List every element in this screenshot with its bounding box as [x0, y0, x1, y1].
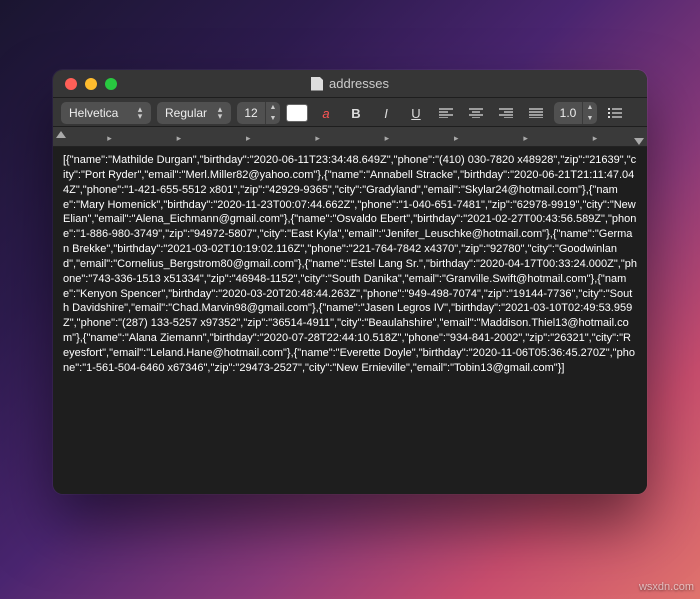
font-size-stepper[interactable]: 12 ▲ ▼: [237, 102, 280, 124]
font-style-value: Regular: [165, 106, 207, 120]
maximize-button[interactable]: [105, 78, 117, 90]
tab-stop-icon[interactable]: ▸: [523, 133, 528, 144]
app-window: addresses Helvetica ▴▾ Regular ▴▾ 12 ▲ ▼…: [53, 70, 647, 494]
watermark: wsxdn.com: [639, 581, 694, 593]
tab-stop-icon[interactable]: ▸: [454, 133, 459, 144]
line-spacing-value: 1.0: [554, 106, 582, 120]
right-indent-marker[interactable]: [634, 138, 644, 145]
minimize-button[interactable]: [85, 78, 97, 90]
align-right-button[interactable]: [494, 102, 518, 124]
line-spacing-stepper[interactable]: 1.0 ▲ ▼: [554, 102, 597, 124]
stepper-up-icon[interactable]: ▲: [266, 102, 280, 113]
underline-button[interactable]: U: [404, 102, 428, 124]
stepper-down-icon[interactable]: ▼: [266, 113, 280, 124]
document-body[interactable]: [{"name":"Mathilde Durgan","birthday":"2…: [53, 147, 647, 494]
align-left-button[interactable]: [434, 102, 458, 124]
align-center-button[interactable]: [464, 102, 488, 124]
ruler[interactable]: ▸ ▸ ▸ ▸ ▸ ▸ ▸ ▸: [53, 127, 647, 147]
text-color-swatch[interactable]: [286, 104, 308, 122]
font-family-select[interactable]: Helvetica ▴▾: [61, 102, 151, 124]
ruler-scale: ▸ ▸ ▸ ▸ ▸ ▸ ▸ ▸: [61, 129, 639, 146]
chevron-updown-icon: ▴▾: [215, 106, 225, 120]
window-title: addresses: [329, 76, 389, 91]
left-indent-marker[interactable]: [56, 131, 66, 138]
tab-stop-icon[interactable]: ▸: [593, 133, 598, 144]
close-button[interactable]: [65, 78, 77, 90]
list-style-button[interactable]: [603, 102, 627, 124]
traffic-lights: [53, 78, 117, 90]
font-size-value: 12: [237, 106, 265, 120]
format-toolbar: Helvetica ▴▾ Regular ▴▾ 12 ▲ ▼ a B I U: [53, 98, 647, 127]
tab-stop-icon[interactable]: ▸: [385, 133, 390, 144]
tab-stop-icon[interactable]: ▸: [107, 133, 112, 144]
italic-button[interactable]: I: [374, 102, 398, 124]
stepper-down-icon[interactable]: ▼: [583, 113, 597, 124]
chevron-updown-icon: ▴▾: [135, 106, 145, 120]
font-family-value: Helvetica: [69, 106, 118, 120]
tab-stop-icon[interactable]: ▸: [177, 133, 182, 144]
tab-stop-icon[interactable]: ▸: [315, 133, 320, 144]
window-title-wrap: addresses: [53, 76, 647, 91]
document-icon: [311, 77, 323, 91]
bold-button[interactable]: B: [344, 102, 368, 124]
font-style-select[interactable]: Regular ▴▾: [157, 102, 231, 124]
document-text: [{"name":"Mathilde Durgan","birthday":"2…: [63, 154, 637, 374]
align-justify-button[interactable]: [524, 102, 548, 124]
highlight-color-button[interactable]: a: [314, 102, 338, 124]
titlebar: addresses: [53, 70, 647, 98]
stepper-up-icon[interactable]: ▲: [583, 102, 597, 113]
tab-stop-icon[interactable]: ▸: [246, 133, 251, 144]
